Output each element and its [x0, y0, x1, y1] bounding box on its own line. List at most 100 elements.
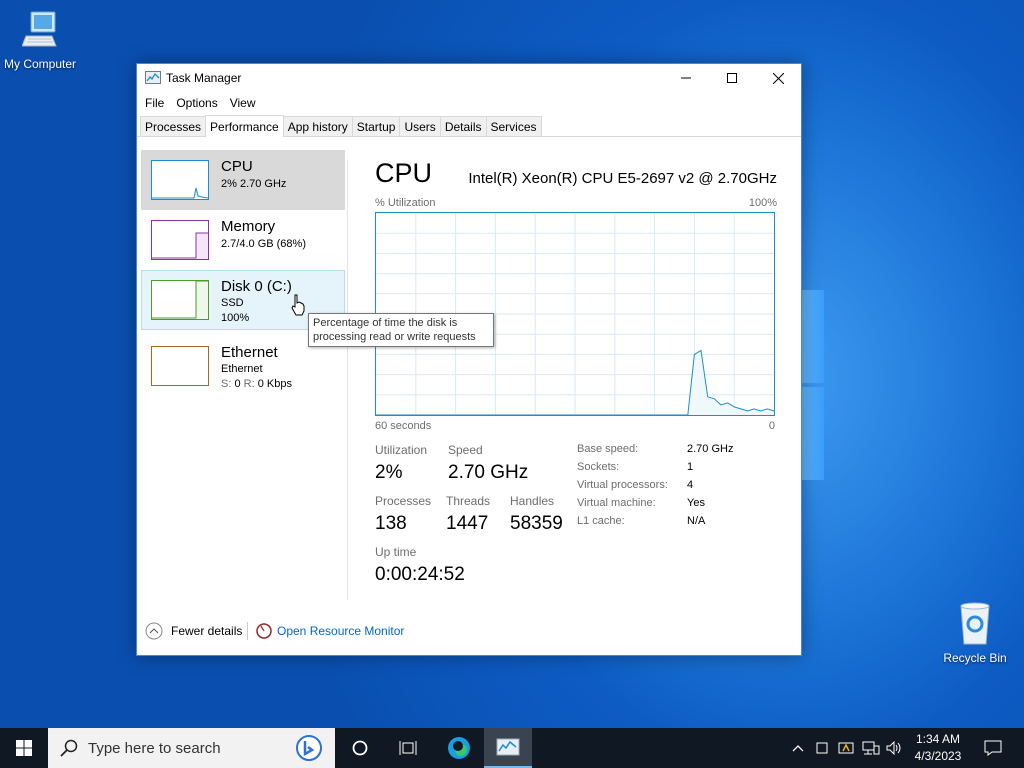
menu-options[interactable]: Options	[170, 96, 223, 110]
open-resource-monitor-label: Open Resource Monitor	[277, 624, 405, 638]
task-view-icon	[399, 741, 417, 755]
close-icon	[772, 72, 784, 84]
handles-label: Handles	[510, 494, 555, 508]
edge-icon	[448, 737, 470, 759]
security-icon	[838, 742, 854, 754]
tab-services[interactable]: Services	[485, 116, 542, 136]
resource-type: Ethernet	[221, 363, 263, 375]
close-button[interactable]	[755, 64, 801, 92]
desktop-icon-label: My Computer	[3, 57, 77, 71]
panel-title: CPU	[375, 158, 433, 188]
resource-detail: 2% 2.70 GHz	[221, 178, 287, 190]
show-hidden-icons-button[interactable]	[790, 728, 806, 768]
task-manager-icon	[496, 738, 520, 756]
task-manager-icon	[145, 71, 161, 84]
tablet-icon	[816, 742, 828, 754]
time-span-label: 60 seconds	[375, 420, 432, 432]
cpu-model-name: Intel(R) Xeon(R) CPU E5-2697 v2 @ 2.70GH…	[468, 170, 777, 187]
sockets-label: Sockets:	[577, 461, 620, 473]
tab-performance[interactable]: Performance	[205, 115, 284, 137]
base-speed-label: Base speed:	[577, 443, 639, 455]
resource-type: SSD	[221, 297, 244, 309]
utilization-label: Utilization	[375, 443, 428, 457]
maximize-icon	[727, 73, 737, 83]
tray-security-button[interactable]	[836, 728, 856, 768]
tab-startup[interactable]: Startup	[351, 116, 401, 136]
menu-view[interactable]: View	[224, 96, 262, 110]
resource-detail: 2.7/4.0 GB (68%)	[221, 238, 306, 250]
ethernet-thumbnail-graph	[151, 346, 209, 386]
resource-name: Memory	[221, 218, 276, 235]
start-button[interactable]	[0, 728, 48, 768]
tab-processes[interactable]: Processes	[140, 116, 207, 136]
virtual-processors-label: Virtual processors:	[577, 479, 668, 491]
hand-cursor-icon	[291, 294, 305, 316]
menu-file[interactable]: File	[139, 96, 170, 110]
computer-icon	[21, 11, 57, 47]
resource-detail: 100%	[221, 312, 250, 324]
network-button[interactable]	[860, 728, 882, 768]
tooltip-line: processing read or write requests	[313, 331, 476, 343]
sockets-value: 1	[687, 461, 694, 473]
receive-value: 0 Kbps	[257, 378, 292, 390]
footer-bar: Fewer details Open Resource Monitor	[137, 620, 801, 644]
handles-value: 58359	[510, 513, 563, 534]
chevron-up-circle-icon	[145, 622, 163, 640]
window-title: Task Manager	[166, 71, 242, 85]
menu-bar: File Options View	[137, 92, 801, 114]
send-value: 0	[234, 378, 241, 390]
desktop-icon-my-computer[interactable]: My Computer	[0, 10, 80, 71]
l1-cache-label: L1 cache:	[577, 515, 625, 527]
minimize-button[interactable]	[663, 64, 709, 92]
edge-taskbar-button[interactable]	[435, 728, 483, 768]
resource-list: CPU 2% 2.70 GHz Memory 2.7/4.0 GB (68%) …	[137, 150, 347, 610]
tab-users[interactable]: Users	[399, 116, 441, 136]
footer-separator	[247, 622, 248, 640]
resource-monitor-icon	[256, 623, 272, 639]
speaker-icon	[886, 741, 901, 755]
utilization-value: 2%	[375, 462, 403, 483]
cortana-circle-icon	[352, 740, 368, 756]
task-view-button[interactable]	[384, 728, 432, 768]
cpu-thumbnail-graph	[151, 160, 209, 200]
memory-sparkline	[152, 232, 208, 259]
chevron-up-icon	[792, 745, 804, 752]
search-placeholder: Type here to search	[88, 740, 221, 757]
max-axis-label: 100%	[748, 197, 777, 209]
cortana-button[interactable]	[336, 728, 384, 768]
resource-item-memory[interactable]: Memory 2.7/4.0 GB (68%)	[141, 210, 345, 270]
processes-value: 138	[375, 513, 407, 534]
send-label: S:	[221, 378, 232, 390]
action-center-button[interactable]	[978, 728, 1008, 768]
disk-tooltip: Percentage of time the disk is processin…	[308, 313, 494, 347]
tooltip-line: Percentage of time the disk is	[313, 317, 458, 329]
clock[interactable]: 1:34 AM 4/3/2023	[908, 731, 968, 765]
fewer-details-button[interactable]: Fewer details	[145, 622, 242, 640]
base-speed-value: 2.70 GHz	[687, 443, 734, 455]
resource-name: Ethernet	[221, 344, 278, 361]
time-end-label: 0	[768, 420, 775, 432]
bing-icon[interactable]	[294, 734, 324, 762]
speed-label: Speed	[448, 443, 483, 457]
tab-strip: Processes Performance App history Startu…	[137, 114, 801, 137]
clock-time: 1:34 AM	[915, 732, 961, 746]
resource-name: Disk 0 (C:)	[221, 278, 292, 295]
title-bar[interactable]: Task Manager	[137, 64, 801, 92]
processes-label: Processes	[375, 494, 432, 508]
virtual-machine-value: Yes	[687, 497, 705, 509]
pane-divider[interactable]	[347, 160, 348, 600]
tab-app-history[interactable]: App history	[282, 116, 353, 136]
recycle-bin-icon	[960, 602, 990, 645]
tray-app-button[interactable]	[814, 728, 830, 768]
notification-icon	[984, 740, 1002, 756]
desktop-icon-recycle-bin[interactable]: Recycle Bin	[935, 602, 1015, 665]
resource-item-cpu[interactable]: CPU 2% 2.70 GHz	[141, 150, 345, 210]
tab-details[interactable]: Details	[439, 116, 487, 136]
clock-date: 4/3/2023	[914, 749, 962, 763]
volume-button[interactable]	[884, 728, 906, 768]
task-manager-taskbar-button[interactable]	[484, 728, 532, 768]
search-box[interactable]: Type here to search	[48, 728, 335, 768]
open-resource-monitor-link[interactable]: Open Resource Monitor	[255, 622, 404, 640]
resource-name: CPU	[221, 158, 253, 175]
maximize-button[interactable]	[709, 64, 755, 92]
